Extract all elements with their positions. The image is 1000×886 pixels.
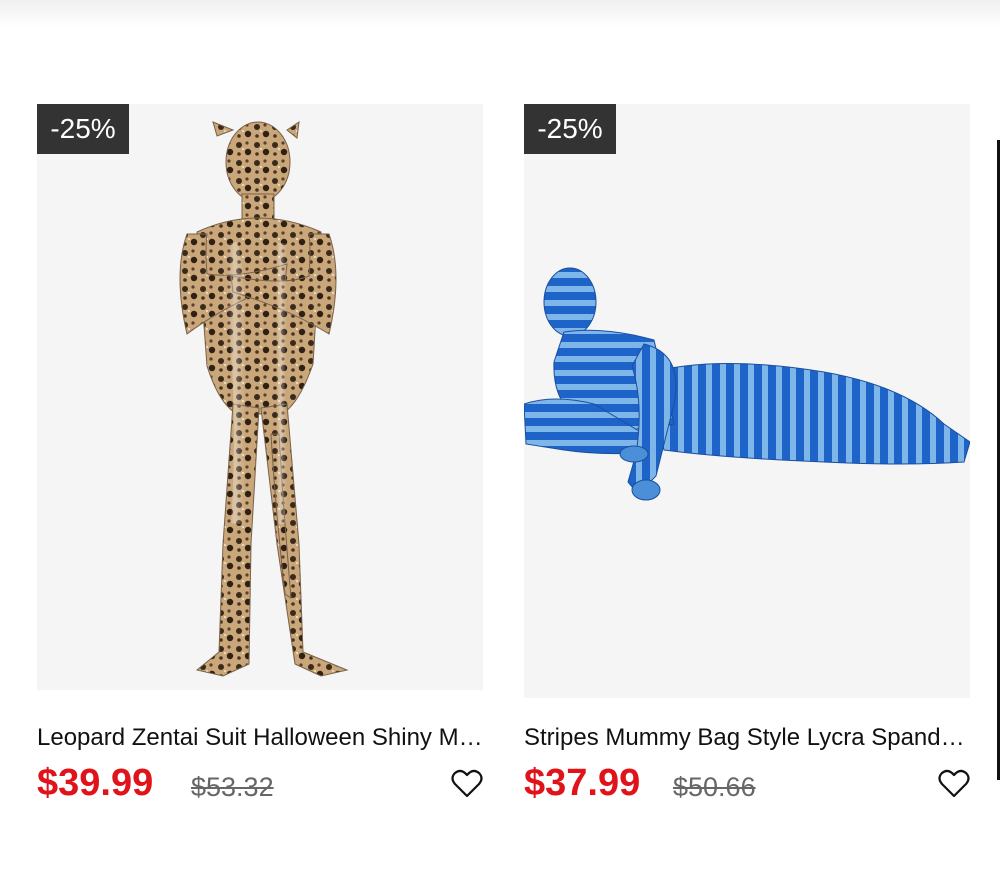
striped-suit-figure <box>524 267 970 501</box>
sale-price: $39.99 <box>37 762 154 804</box>
product-title[interactable]: Stripes Mummy Bag Style Lycra Spandex Ze… <box>524 724 970 752</box>
heart-icon[interactable] <box>938 768 970 800</box>
product-image[interactable]: -25% <box>524 104 970 698</box>
leopard-suit-figure <box>179 120 349 677</box>
product-image[interactable]: -25% <box>37 104 483 690</box>
original-price: $53.32 <box>191 772 274 802</box>
product-card[interactable]: -25% Stripes Mummy Bag Style Lycra Spand… <box>524 104 970 804</box>
product-card[interactable]: -25% Leopard Zentai Suit Halloween Shiny… <box>37 104 483 804</box>
header-shadow <box>0 0 1000 28</box>
product-title[interactable]: Leopard Zentai Suit Halloween Shiny Meta… <box>37 724 483 752</box>
price-row: $37.99 $50.66 <box>524 760 970 810</box>
price-row: $39.99 $53.32 <box>37 760 483 810</box>
discount-badge: -25% <box>524 104 616 154</box>
original-price: $50.66 <box>673 772 756 802</box>
sale-price: $37.99 <box>524 762 641 804</box>
heart-icon[interactable] <box>451 768 483 800</box>
discount-badge: -25% <box>37 104 129 154</box>
